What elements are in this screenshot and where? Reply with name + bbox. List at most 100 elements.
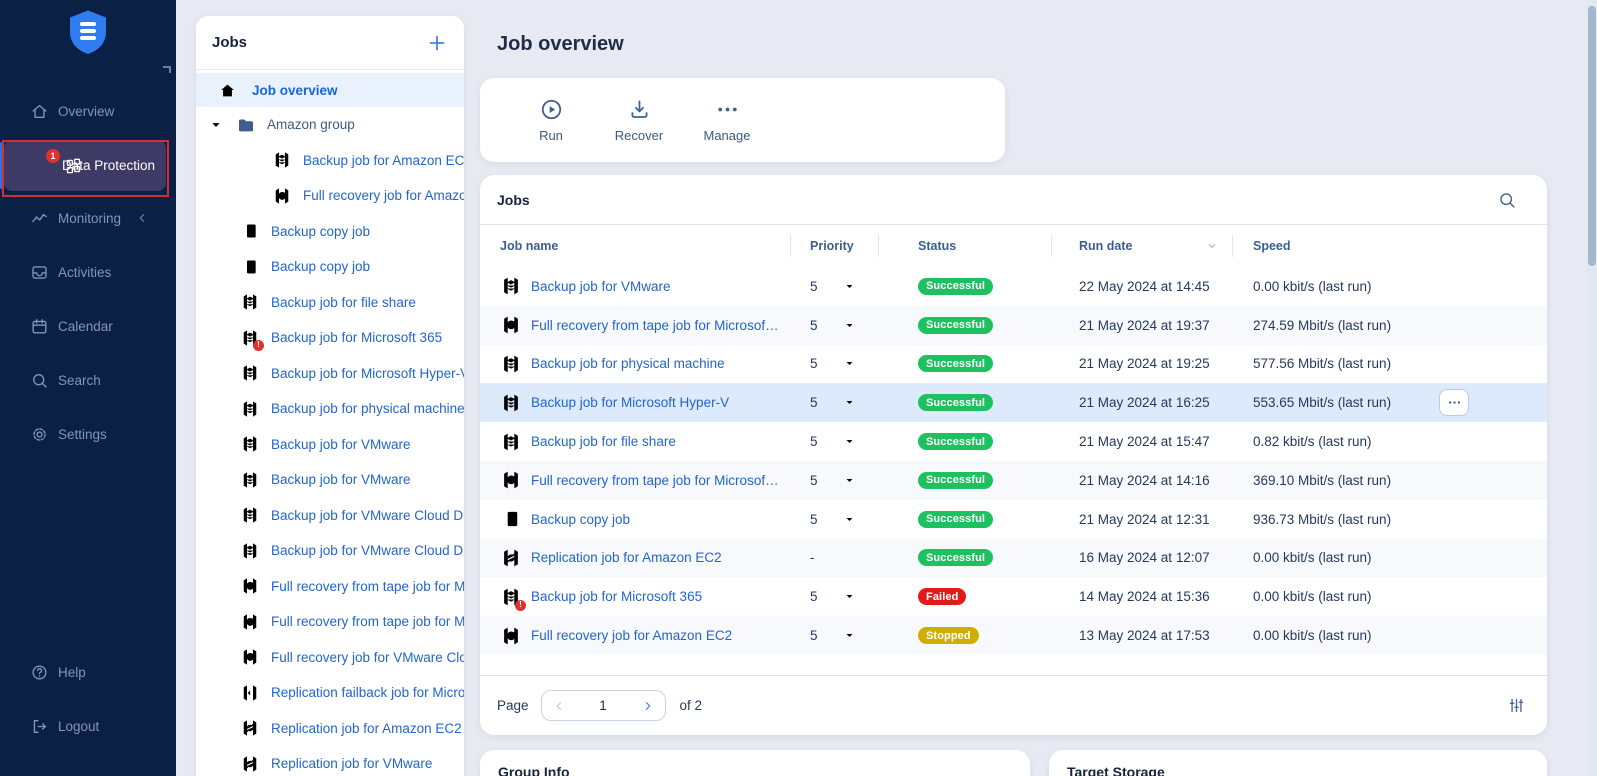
table-row-8[interactable]: !Backup job for Microsoft 3655Failed14 M… — [480, 577, 1547, 616]
tree-item-12[interactable]: Backup job for VMware Cloud Direc — [196, 498, 464, 534]
manage-button[interactable]: Manage — [683, 97, 771, 143]
status-badge: Successful — [918, 549, 993, 566]
job-name-link[interactable]: Backup job for physical machine — [531, 356, 733, 371]
tree-item-11[interactable]: Backup job for VMware — [196, 462, 464, 498]
table-row-3[interactable]: Backup job for Microsoft Hyper-V5Success… — [480, 383, 1547, 422]
table-row-7[interactable]: Replication job for Amazon EC2-Successfu… — [480, 539, 1547, 578]
tree-item-0[interactable]: Job overview — [196, 73, 464, 107]
tree-item-16[interactable]: Full recovery job for VMware Cloud — [196, 640, 464, 676]
tree-item-19[interactable]: Replication job for VMware — [196, 746, 464, 776]
backup-icon — [272, 150, 292, 170]
job-name-link[interactable]: Full recovery from tape job for Microsof… — [531, 473, 790, 488]
tree-item-17[interactable]: Replication failback job for Microsof — [196, 675, 464, 711]
current-page-input[interactable]: 1 — [599, 698, 607, 713]
column-header-speed[interactable]: Speed — [1232, 225, 1547, 267]
sidebar-item-label: Monitoring — [58, 211, 121, 226]
run-date-value: 13 May 2024 at 17:53 — [1051, 616, 1232, 655]
priority-value: 5 — [810, 318, 818, 333]
jobs-table-card: Jobs Job name Priority Status Run date S… — [480, 175, 1547, 735]
recovery-icon — [500, 314, 522, 336]
job-name-link[interactable]: Backup job for Microsoft Hyper-V — [531, 395, 737, 410]
tree-item-7[interactable]: !Backup job for Microsoft 365 — [196, 320, 464, 356]
panel-corner-mark — [163, 66, 171, 73]
tree-item-18[interactable]: Replication job for Amazon EC2 — [196, 711, 464, 747]
tree-item-6[interactable]: Backup job for file share — [196, 285, 464, 321]
chevron-down-icon[interactable] — [208, 117, 224, 133]
priority-dropdown-chevron-icon[interactable] — [843, 474, 856, 487]
column-header-run-date[interactable]: Run date — [1051, 225, 1232, 267]
chevron-left-icon[interactable] — [135, 211, 149, 225]
row-menu-button[interactable] — [1439, 389, 1469, 416]
tree-item-4[interactable]: Backup copy job — [196, 214, 464, 250]
tree-group-1[interactable]: Amazon group — [196, 107, 464, 143]
table-row-2[interactable]: Backup job for physical machine5Successf… — [480, 345, 1547, 384]
run-button[interactable]: Run — [507, 97, 595, 143]
priority-dropdown-chevron-icon[interactable] — [843, 513, 856, 526]
tree-item-10[interactable]: Backup job for VMware — [196, 427, 464, 463]
tree-item-2[interactable]: Backup job for Amazon EC2 — [196, 143, 464, 179]
sidebar-item-monitoring[interactable]: Monitoring — [0, 191, 176, 245]
job-name-link[interactable]: Backup copy job — [531, 512, 638, 527]
tree-item-14[interactable]: Full recovery from tape job for Micr — [196, 569, 464, 605]
sliders-filter-icon[interactable] — [1507, 696, 1526, 715]
recover-button[interactable]: Recover — [595, 97, 683, 143]
column-header-priority[interactable]: Priority — [790, 225, 878, 267]
column-header-job-name[interactable]: Job name — [480, 225, 790, 267]
ellipsis-icon — [715, 97, 740, 122]
job-name-link[interactable]: Full recovery from tape job for Microsof… — [531, 318, 790, 333]
action-label: Manage — [704, 128, 751, 143]
table-row-1[interactable]: Full recovery from tape job for Microsof… — [480, 306, 1547, 345]
priority-dropdown-chevron-icon[interactable] — [843, 357, 856, 370]
priority-value: 5 — [810, 395, 818, 410]
table-row-5[interactable]: Full recovery from tape job for Microsof… — [480, 461, 1547, 500]
job-name-link[interactable]: Backup job for file share — [531, 434, 684, 449]
sidebar-item-activities[interactable]: Activities — [0, 245, 176, 299]
sidebar-item-overview[interactable]: Overview — [0, 84, 176, 138]
jobs-panel-header: Jobs — [196, 16, 464, 70]
sidebar-item-logout[interactable]: Logout — [0, 699, 176, 753]
priority-dropdown-chevron-icon[interactable] — [843, 396, 856, 409]
tree-item-8[interactable]: Backup job for Microsoft Hyper-V — [196, 356, 464, 392]
priority-dropdown-chevron-icon[interactable] — [843, 435, 856, 448]
download-icon — [627, 97, 652, 122]
tree-item-label: Backup copy job — [271, 224, 370, 239]
scrollbar-thumb[interactable] — [1588, 6, 1596, 266]
sidebar-item-calendar[interactable]: Calendar — [0, 299, 176, 353]
priority-dropdown-chevron-icon[interactable] — [843, 280, 856, 293]
sidebar-item-label: Overview — [58, 104, 114, 119]
sidebar-item-help[interactable]: Help — [0, 645, 176, 699]
scrollbar-track[interactable] — [1587, 0, 1597, 776]
table-row-0[interactable]: Backup job for VMware5Successful22 May 2… — [480, 267, 1547, 306]
job-name-link[interactable]: Backup job for VMware — [531, 279, 679, 294]
job-name-link[interactable]: Backup job for Microsoft 365 — [531, 589, 710, 604]
backup-icon: ! — [500, 586, 522, 608]
pulse-icon — [30, 209, 49, 228]
table-row-9[interactable]: Full recovery job for Amazon EC25Stopped… — [480, 616, 1547, 655]
sort-chevron-down-icon[interactable] — [1206, 240, 1218, 252]
priority-dropdown-chevron-icon[interactable] — [843, 629, 856, 642]
tree-item-3[interactable]: Full recovery job for Amazon E — [196, 178, 464, 214]
table-row-6[interactable]: Backup copy job5Successful21 May 2024 at… — [480, 500, 1547, 539]
search-icon[interactable] — [1497, 190, 1517, 210]
tree-item-label: Backup job for VMware — [271, 437, 411, 452]
sidebar-item-search[interactable]: Search — [0, 353, 176, 407]
prev-page-button[interactable] — [552, 699, 566, 713]
column-header-status[interactable]: Status — [878, 225, 1051, 267]
tree-item-9[interactable]: Backup job for physical machine — [196, 391, 464, 427]
next-page-button[interactable] — [641, 699, 655, 713]
sidebar-item-data-protection[interactable]: 1 Data Protection — [4, 140, 166, 191]
table-row-4[interactable]: Backup job for file share5Successful21 M… — [480, 422, 1547, 461]
sidebar-item-settings[interactable]: Settings — [0, 407, 176, 461]
job-name-link[interactable]: Replication job for Amazon EC2 — [531, 550, 730, 565]
add-job-button[interactable] — [426, 32, 448, 54]
job-name-link[interactable]: Full recovery job for Amazon EC2 — [531, 628, 740, 643]
tree-item-13[interactable]: Backup job for VMware Cloud Direc — [196, 533, 464, 569]
priority-dropdown-chevron-icon[interactable] — [843, 590, 856, 603]
replication-icon — [500, 547, 522, 569]
priority-dropdown-chevron-icon[interactable] — [843, 319, 856, 332]
tree-item-15[interactable]: Full recovery from tape job for Micr — [196, 604, 464, 640]
search-icon — [30, 371, 49, 390]
tree-item-5[interactable]: Backup copy job — [196, 249, 464, 285]
error-icon: ! — [515, 600, 526, 611]
backup-icon — [500, 392, 522, 414]
